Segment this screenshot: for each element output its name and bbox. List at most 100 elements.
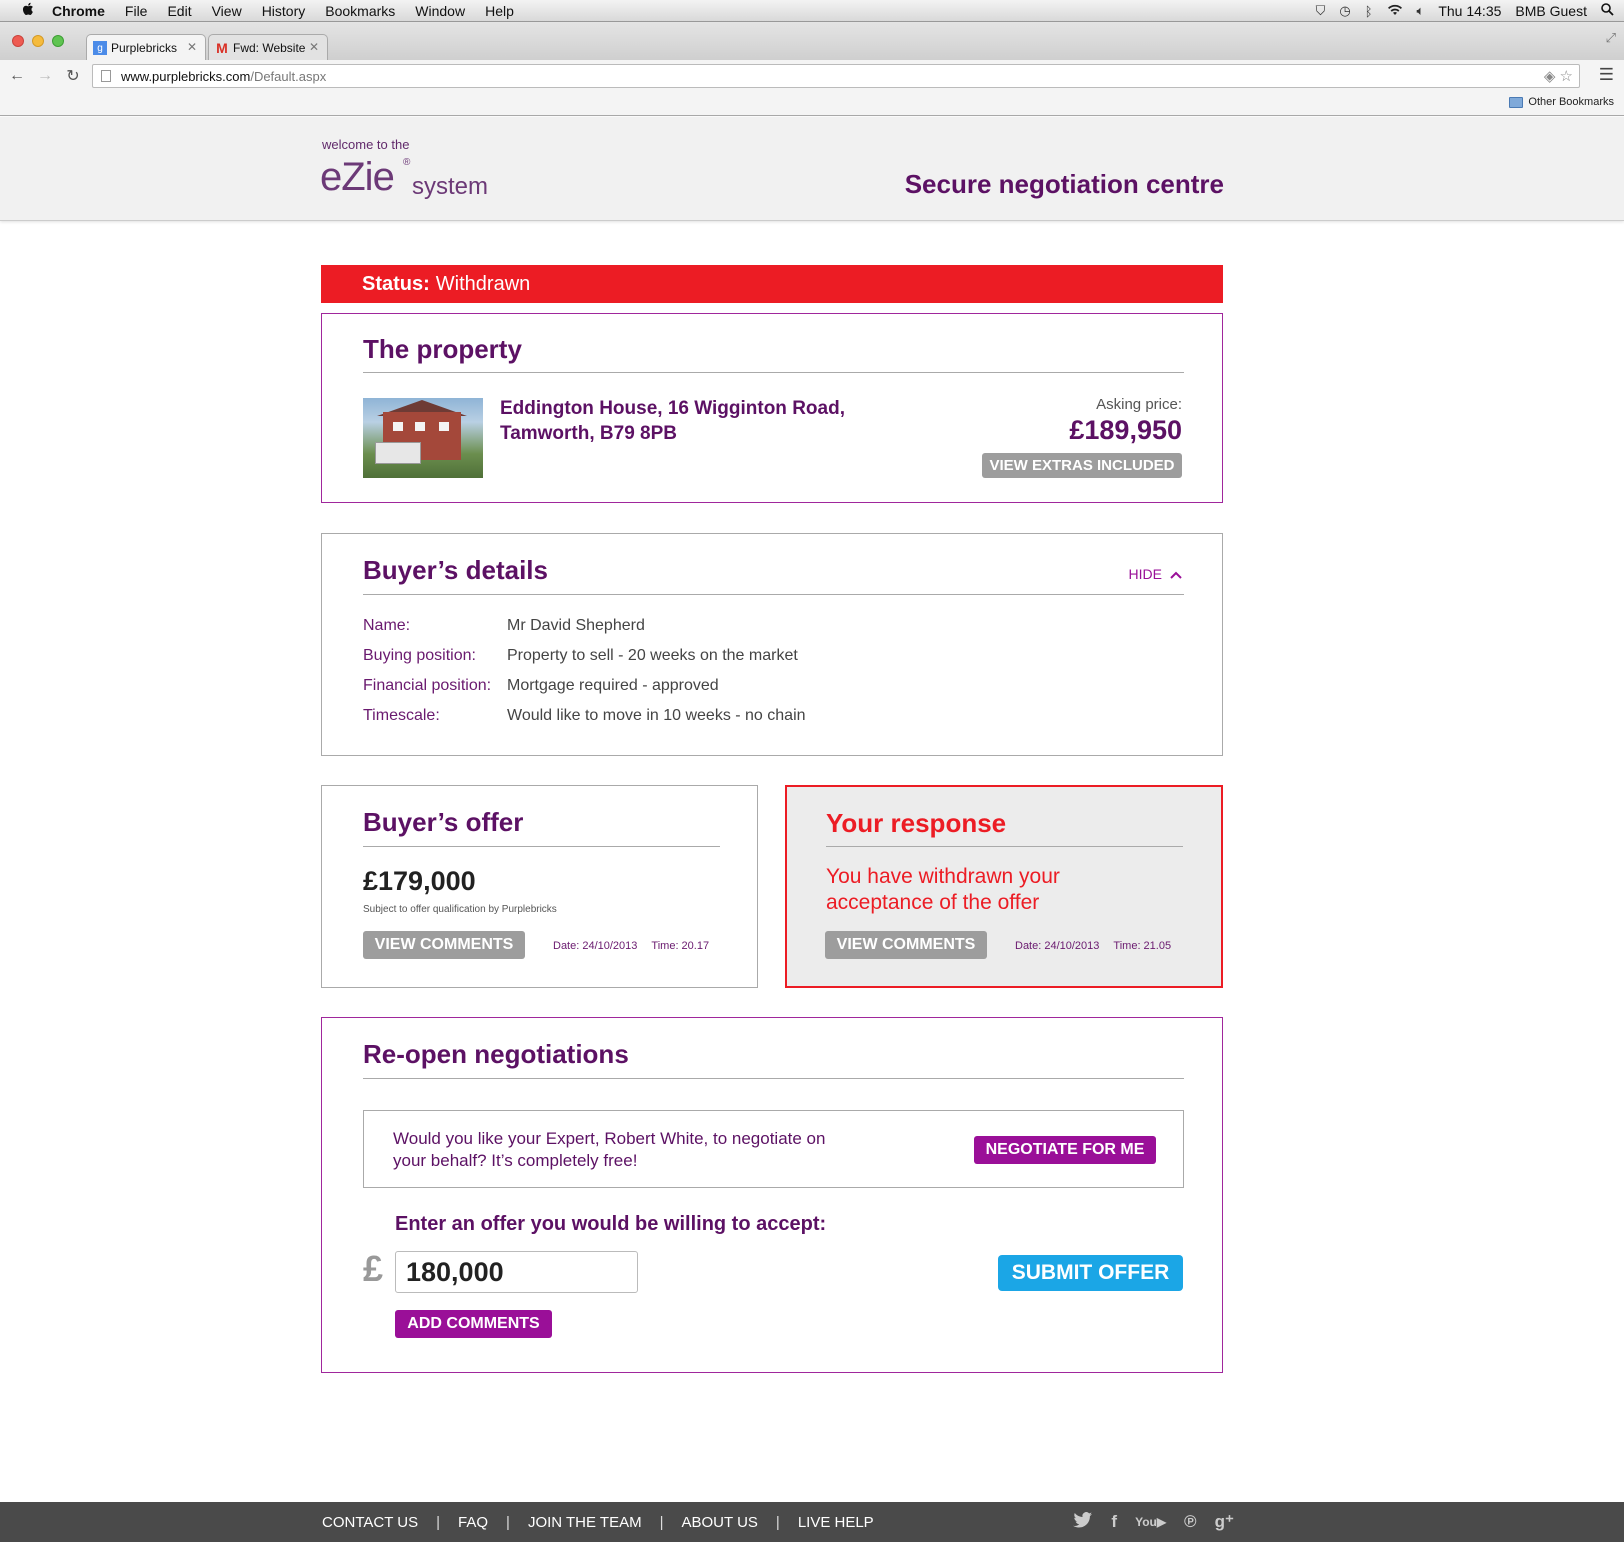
spotlight-search-icon[interactable]	[1601, 3, 1614, 19]
footer-link-faq[interactable]: FAQ	[458, 1514, 488, 1531]
offer-amount-input[interactable]	[395, 1251, 638, 1293]
response-message-line-2: acceptance of the offer	[826, 891, 1040, 914]
view-extras-button[interactable]: VIEW EXTRAS INCLUDED	[982, 453, 1182, 478]
other-bookmarks[interactable]: Other Bookmarks	[1509, 96, 1614, 108]
detail-label: Name:	[363, 617, 411, 634]
offer-amount: £179,000	[363, 866, 476, 896]
asking-price-label: Asking price:	[1096, 396, 1182, 413]
divider	[826, 846, 1183, 847]
reopen-heading: Re-open negotiations	[363, 1039, 629, 1069]
gmail-favicon-icon: M	[216, 40, 228, 56]
view-comments-button[interactable]: VIEW COMMENTS	[363, 931, 525, 959]
time-machine-icon[interactable]: ◷	[1339, 3, 1350, 19]
detail-row-financial-position: Financial position: Mortgage required - …	[363, 677, 719, 695]
menu-edit[interactable]: Edit	[167, 3, 191, 19]
negotiate-for-me-button[interactable]: NEGOTIATE FOR ME	[974, 1136, 1156, 1164]
menu-view[interactable]: View	[212, 3, 242, 19]
divider	[363, 846, 720, 847]
offer-input-label: Enter an offer you would be willing to a…	[395, 1213, 827, 1235]
volume-icon[interactable]: 🔈︎	[1417, 3, 1425, 19]
menu-bookmarks[interactable]: Bookmarks	[325, 3, 395, 19]
address-bar[interactable]: www.purplebricks.com/Default.aspx ◈ ☆	[92, 64, 1580, 88]
twitter-icon[interactable]	[1073, 1511, 1093, 1533]
site-header: welcome to the eZie ® system Secure nego…	[0, 117, 1624, 221]
footer-separator: |	[436, 1513, 441, 1531]
your-response-card: Your response You have withdrawn your ac…	[785, 785, 1223, 988]
other-bookmarks-label: Other Bookmarks	[1528, 96, 1614, 108]
close-window-button[interactable]	[12, 35, 24, 47]
offer-date: Date: 24/10/2013	[553, 940, 638, 952]
expert-text-line-2: your behalf? It’s completely free!	[393, 1151, 638, 1170]
detail-value: Mr David Shepherd	[507, 617, 645, 634]
footer-link-live-help[interactable]: LIVE HELP	[798, 1514, 874, 1531]
zoom-window-button[interactable]	[52, 35, 64, 47]
status-banner: Status: Withdrawn	[321, 265, 1223, 303]
reload-icon[interactable]: ↻	[62, 66, 84, 86]
response-message-line-1: You have withdrawn your	[826, 865, 1060, 888]
asking-price: £189,950	[1069, 415, 1182, 445]
fullscreen-icon[interactable]: ⤢	[1606, 30, 1616, 46]
menu-history[interactable]: History	[262, 3, 306, 19]
menu-file[interactable]: File	[125, 3, 148, 19]
menu-chrome[interactable]: Chrome	[52, 3, 105, 19]
chevron-up-icon	[1170, 566, 1182, 582]
footer-link-join-the-team[interactable]: JOIN THE TEAM	[528, 1514, 642, 1531]
wifi-icon[interactable]	[1387, 4, 1403, 19]
detail-label: Financial position:	[363, 677, 492, 694]
response-message: You have withdrawn your acceptance of th…	[826, 864, 1060, 916]
property-photo[interactable]	[363, 398, 483, 478]
menu-help[interactable]: Help	[485, 3, 514, 19]
apple-menu-icon[interactable]	[18, 2, 38, 20]
detail-label: Buying position:	[363, 647, 476, 664]
expert-negotiation-box: Would you like your Expert, Robert White…	[363, 1110, 1184, 1188]
expert-text-line-1: Would you like your Expert, Robert White…	[393, 1129, 826, 1148]
reopen-negotiations-card: Re-open negotiations Would you like your…	[321, 1017, 1223, 1373]
tab-purplebricks[interactable]: g Purplebricks ✕	[86, 34, 206, 61]
menu-window[interactable]: Window	[415, 3, 465, 19]
close-tab-icon[interactable]: ✕	[187, 40, 197, 54]
detail-row-buying-position: Buying position: Property to sell - 20 w…	[363, 647, 798, 665]
address-line-1: Eddington House, 16 Wigginton Road,	[500, 398, 845, 419]
menubar-clock[interactable]: Thu 14:35	[1438, 3, 1501, 19]
minimize-window-button[interactable]	[32, 35, 44, 47]
offer-qualification-note: Subject to offer qualification by Purple…	[363, 904, 557, 915]
forward-icon[interactable]: →	[34, 67, 56, 85]
buyer-offer-card: Buyer’s offer £179,000 Subject to offer …	[321, 785, 758, 988]
tab-gmail[interactable]: M Fwd: Website ✕	[208, 34, 328, 61]
youtube-icon[interactable]: You▶	[1135, 1515, 1166, 1529]
chrome-menu-icon[interactable]: ☰	[1599, 65, 1614, 85]
divider	[363, 372, 1184, 373]
bluetooth-icon[interactable]: ᛒ	[1365, 4, 1373, 19]
page-title: Secure negotiation centre	[904, 169, 1224, 199]
add-comments-button[interactable]: ADD COMMENTS	[395, 1310, 552, 1338]
ezie-logo[interactable]: eZie	[320, 155, 395, 200]
google-plus-icon[interactable]: g⁺	[1215, 1512, 1234, 1532]
detail-value: Mortgage required - approved	[507, 677, 719, 694]
bookmarks-bar: Other Bookmarks	[0, 92, 1624, 116]
facebook-icon[interactable]: f	[1111, 1512, 1117, 1532]
registered-mark: ®	[403, 157, 411, 168]
logo-welcome-text: welcome to the	[322, 137, 410, 152]
footer-separator: |	[775, 1513, 780, 1531]
shield-status-icon[interactable]: ⛉	[1316, 3, 1326, 19]
close-tab-icon[interactable]: ✕	[309, 40, 319, 54]
browser-tab-strip: g Purplebricks ✕ M Fwd: Website ✕ ⤢	[0, 22, 1624, 61]
logo-system-text: system	[412, 173, 489, 200]
social-links: f You▶ ℗ g⁺	[1073, 1502, 1234, 1542]
hide-label: HIDE	[1128, 566, 1162, 582]
submit-offer-button[interactable]: SUBMIT OFFER	[998, 1255, 1183, 1291]
buyer-offer-heading: Buyer’s offer	[363, 807, 524, 837]
footer-link-contact-us[interactable]: CONTACT US	[322, 1514, 418, 1531]
footer-separator: |	[506, 1513, 510, 1531]
response-timestamp: Date: 24/10/2013 Time: 21.05	[1015, 940, 1171, 952]
site-footer: CONTACT US | FAQ | JOIN THE TEAM | ABOUT…	[0, 1502, 1624, 1542]
back-icon[interactable]: ←	[6, 67, 28, 85]
pinterest-icon[interactable]: ℗	[1184, 1512, 1197, 1532]
hide-details-toggle[interactable]: HIDE	[1129, 566, 1182, 582]
footer-links: CONTACT US | FAQ | JOIN THE TEAM | ABOUT…	[322, 1502, 874, 1542]
view-comments-button[interactable]: VIEW COMMENTS	[825, 931, 987, 959]
footer-link-about-us[interactable]: ABOUT US	[682, 1514, 758, 1531]
menubar-user[interactable]: BMB Guest	[1515, 3, 1587, 19]
bookmark-star-icon[interactable]: ◈ ☆	[1544, 67, 1573, 85]
buyer-details-card: Buyer’s details HIDE Name: Mr David Shep…	[321, 533, 1223, 756]
